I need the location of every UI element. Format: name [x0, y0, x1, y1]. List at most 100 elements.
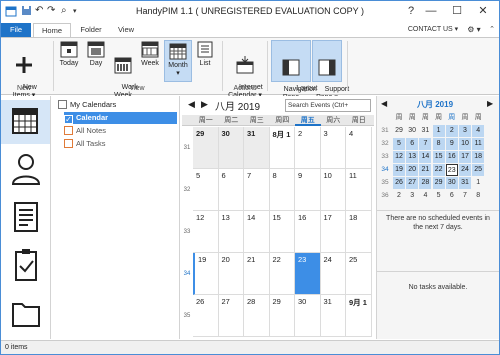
ribbon-collapse-icon[interactable]: ⌃ — [487, 23, 497, 37]
day-cell[interactable]: 2 — [295, 127, 321, 169]
day-cell[interactable]: 28 — [244, 295, 270, 337]
day-cell[interactable]: 6 — [218, 169, 244, 211]
mini-day[interactable]: 30 — [445, 177, 458, 189]
day-cell[interactable]: 18 — [346, 211, 372, 253]
day-cell[interactable]: 14 — [244, 211, 270, 253]
mini-day[interactable]: 28 — [419, 177, 432, 189]
mini-day[interactable]: 4 — [472, 125, 485, 137]
mini-day[interactable]: 2 — [393, 190, 405, 202]
next-month-icon[interactable]: ▶ — [201, 99, 208, 110]
notes-module-button[interactable] — [6, 196, 46, 238]
day-cell[interactable]: 11 — [346, 169, 372, 211]
mini-day[interactable]: 17 — [459, 151, 471, 163]
mini-day[interactable]: 7 — [459, 190, 471, 202]
mini-day[interactable]: 1 — [432, 125, 445, 137]
day-cell[interactable]: 5 — [193, 169, 219, 211]
day-cell[interactable]: 30 — [295, 295, 321, 337]
mini-day[interactable]: 24 — [459, 164, 471, 176]
tree-item-all-tasks[interactable]: All Tasks — [64, 138, 105, 150]
tab-view[interactable]: View — [111, 23, 141, 37]
day-cell[interactable]: 15 — [269, 211, 295, 253]
day-cell[interactable]: 21 — [244, 253, 270, 295]
tree-item-calendar[interactable]: ✓ Calendar — [64, 112, 177, 124]
day-cell[interactable]: 7 — [244, 169, 270, 211]
minimize-button[interactable]: — — [421, 3, 441, 19]
day-cell[interactable]: 13 — [218, 211, 244, 253]
folders-module-button[interactable] — [6, 292, 46, 334]
mini-day[interactable]: 5 — [393, 138, 405, 150]
settings-gear-icon[interactable]: ⚙ ▾ — [461, 23, 487, 37]
help-button[interactable]: ? — [401, 3, 421, 19]
day-cell[interactable]: 17 — [320, 211, 346, 253]
day-cell[interactable]: 20 — [218, 253, 244, 295]
mini-day[interactable]: 13 — [406, 151, 419, 163]
mini-day[interactable]: 16 — [445, 151, 458, 163]
day-cell[interactable]: 30 — [218, 127, 244, 169]
checkbox-checked-icon[interactable]: ✓ — [64, 115, 73, 124]
day-cell[interactable]: 10 — [320, 169, 346, 211]
tree-root-my-calendars[interactable]: My Calendars — [58, 99, 116, 111]
day-cell[interactable]: 31 — [244, 127, 270, 169]
mini-day[interactable]: 22 — [432, 164, 445, 176]
day-cell[interactable]: 16 — [295, 211, 321, 253]
mini-day[interactable]: 25 — [472, 164, 485, 176]
mini-day[interactable]: 8 — [432, 138, 445, 150]
contact-us-link[interactable]: CONTACT US ▾ — [405, 23, 461, 37]
search-events-input[interactable]: Search Events (Ctrl+ — [285, 99, 371, 112]
prev-month-icon[interactable]: ◀ — [188, 99, 195, 110]
navigation-pane-button[interactable]: Navigation Pane — [271, 40, 317, 101]
day-button[interactable]: Day — [85, 40, 107, 68]
checkbox-icon[interactable] — [64, 139, 73, 148]
tab-folder[interactable]: Folder — [73, 23, 109, 37]
day-cell[interactable]: 25 — [346, 253, 372, 295]
mini-day[interactable]: 26 — [393, 177, 405, 189]
day-cell[interactable]: 4 — [346, 127, 372, 169]
day-cell[interactable]: 23 — [295, 253, 321, 295]
mini-day[interactable]: 4 — [419, 190, 431, 202]
day-cell[interactable]: 22 — [269, 253, 295, 295]
day-cell[interactable]: 9月 1 — [346, 295, 372, 337]
mini-day[interactable]: 23 — [445, 164, 458, 176]
mini-day[interactable]: 8 — [472, 190, 484, 202]
tasks-module-button[interactable] — [6, 244, 46, 286]
mini-day[interactable]: 10 — [459, 138, 471, 150]
checkbox-icon[interactable] — [64, 126, 73, 135]
mini-day[interactable]: 14 — [419, 151, 432, 163]
mini-day[interactable]: 3 — [459, 125, 471, 137]
mini-day[interactable]: 12 — [393, 151, 405, 163]
mini-day[interactable]: 6 — [446, 190, 458, 202]
mini-day[interactable]: 15 — [432, 151, 445, 163]
day-cell[interactable]: 31 — [320, 295, 346, 337]
day-cell[interactable]: 8 — [269, 169, 295, 211]
day-cell[interactable]: 8月 1 — [269, 127, 295, 169]
mini-day[interactable]: 30 — [406, 125, 418, 137]
day-cell[interactable]: 3 — [320, 127, 346, 169]
calendar-module-button[interactable] — [1, 100, 50, 144]
week-button[interactable]: Week — [138, 40, 162, 68]
mini-day[interactable]: 20 — [406, 164, 419, 176]
mini-day[interactable]: 7 — [419, 138, 432, 150]
mini-day[interactable]: 29 — [393, 125, 405, 137]
day-cell[interactable]: 27 — [218, 295, 244, 337]
mini-day[interactable]: 21 — [419, 164, 432, 176]
mini-day[interactable]: 1 — [472, 177, 484, 189]
day-cell[interactable]: 29 — [193, 127, 219, 169]
mini-day[interactable]: 5 — [433, 190, 445, 202]
contacts-module-button[interactable] — [6, 148, 46, 190]
day-cell[interactable]: 9 — [295, 169, 321, 211]
mini-day[interactable]: 19 — [393, 164, 405, 176]
tab-file[interactable]: File — [1, 23, 31, 37]
mini-day[interactable]: 29 — [432, 177, 445, 189]
mini-day[interactable]: 18 — [472, 151, 485, 163]
day-cell[interactable]: 24 — [320, 253, 346, 295]
maximize-button[interactable]: ☐ — [447, 3, 467, 19]
mini-day[interactable]: 31 — [419, 125, 431, 137]
mini-next-icon[interactable]: ▶ — [487, 99, 493, 108]
mini-day[interactable]: 6 — [406, 138, 419, 150]
mini-day[interactable]: 9 — [445, 138, 458, 150]
expand-icon[interactable] — [58, 100, 67, 109]
today-button[interactable]: Today — [57, 40, 81, 68]
close-button[interactable]: ✕ — [473, 3, 493, 19]
day-cell[interactable]: 29 — [269, 295, 295, 337]
tree-item-all-notes[interactable]: All Notes — [64, 125, 106, 137]
